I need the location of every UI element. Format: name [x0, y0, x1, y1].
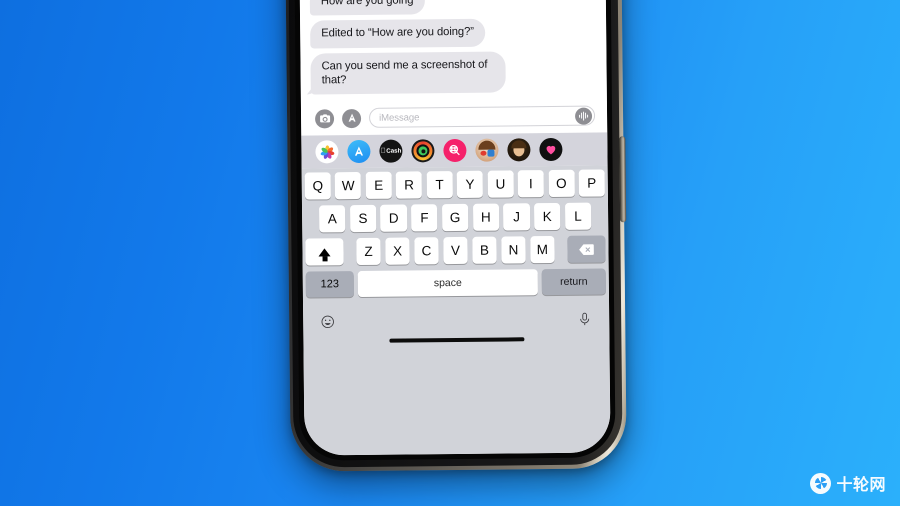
- key-e[interactable]: E: [365, 171, 392, 200]
- apple-cash-app-icon[interactable]:  Cash: [379, 139, 403, 163]
- row3-spacer-left: [348, 238, 352, 265]
- keyboard-row-3: Z X C V B N M: [305, 235, 606, 266]
- key-h[interactable]: H: [472, 203, 500, 231]
- imessage-input[interactable]: iMessage: [368, 105, 596, 128]
- keyboard-row-2: A S D F G H J K L: [305, 202, 605, 233]
- photos-app-icon[interactable]: [315, 140, 339, 164]
- app-store-icon[interactable]: [341, 108, 362, 128]
- app-store-app-icon[interactable]: [347, 139, 371, 164]
- memoji-avatar-icon[interactable]: [507, 138, 531, 162]
- message-row-incoming: How are you going: [309, 0, 596, 16]
- keyboard-row-4: 123 space return: [305, 268, 606, 298]
- message-bubble-edit-notice[interactable]: Edited to “How are you doing?”: [310, 19, 486, 49]
- space-key[interactable]: space: [358, 269, 538, 298]
- row3-spacer-right: [559, 236, 563, 263]
- key-q[interactable]: Q: [304, 172, 331, 200]
- home-indicator[interactable]: [388, 337, 524, 343]
- watermark-logo-icon: [810, 472, 832, 494]
- key-d[interactable]: D: [380, 204, 408, 232]
- keyboard-bottom-bar: [306, 301, 606, 338]
- watermark: 十轮网: [810, 471, 886, 495]
- key-u[interactable]: U: [487, 170, 514, 198]
- imessage-placeholder: iMessage: [379, 111, 420, 124]
- camera-icon[interactable]: [314, 108, 335, 129]
- key-w[interactable]: W: [335, 172, 362, 200]
- key-l[interactable]: L: [564, 202, 592, 230]
- watermark-text: 十轮网: [836, 475, 886, 494]
- return-key[interactable]: return: [541, 268, 606, 296]
- message-row-incoming: Edited to “How are you doing?”: [310, 18, 596, 49]
- key-s[interactable]: S: [349, 204, 377, 233]
- message-thread: What's up Delivered How are you going Ed…: [299, 0, 607, 104]
- digital-touch-heart-icon[interactable]: [539, 137, 563, 162]
- key-y[interactable]: Y: [456, 170, 484, 199]
- key-c[interactable]: C: [414, 237, 439, 265]
- shift-arrow-icon: [318, 247, 331, 257]
- apple-cash-label: Cash: [383, 147, 401, 155]
- music-app-icon[interactable]: [411, 139, 435, 163]
- iphone-device: What's up Delivered How are you going Ed…: [285, 0, 627, 472]
- onscreen-keyboard: Q W E R T Y U I O P A S D F G H J K L Z …: [301, 165, 611, 456]
- images-search-app-icon[interactable]: [443, 138, 467, 163]
- key-z[interactable]: Z: [356, 237, 381, 266]
- key-o[interactable]: O: [548, 169, 575, 198]
- key-x[interactable]: X: [385, 237, 410, 265]
- delete-icon: [579, 243, 594, 255]
- key-p[interactable]: P: [578, 169, 605, 197]
- key-i[interactable]: I: [517, 170, 545, 198]
- audio-waveform-icon[interactable]: [574, 107, 593, 125]
- phone-screen: What's up Delivered How are you going Ed…: [299, 0, 611, 456]
- message-bubble-incoming[interactable]: How are you going: [309, 0, 425, 16]
- key-f[interactable]: F: [411, 204, 438, 232]
- key-b[interactable]: B: [472, 236, 497, 264]
- key-k[interactable]: K: [533, 203, 561, 231]
- power-button[interactable]: [619, 136, 627, 223]
- key-n[interactable]: N: [500, 236, 526, 264]
- numbers-key[interactable]: 123: [305, 271, 354, 298]
- key-r[interactable]: R: [395, 171, 423, 199]
- message-input-bar: iMessage: [300, 100, 608, 136]
- microphone-icon[interactable]: [577, 312, 592, 327]
- delete-key[interactable]: [567, 235, 606, 263]
- keyboard-row-1: Q W E R T Y U I O P: [304, 169, 605, 200]
- memoji-sticker-icon[interactable]: [475, 138, 499, 162]
- emoji-icon[interactable]: [320, 314, 335, 329]
- message-bubble-incoming[interactable]: Can you send me a screenshot of that?: [310, 51, 506, 95]
- message-row-incoming: Can you send me a screenshot of that?: [310, 50, 596, 95]
- key-v[interactable]: V: [443, 236, 468, 265]
- key-t[interactable]: T: [426, 171, 453, 199]
- shift-key[interactable]: [305, 238, 344, 266]
- key-m[interactable]: M: [529, 236, 555, 264]
- key-j[interactable]: J: [503, 203, 530, 231]
- key-a[interactable]: A: [319, 205, 346, 233]
- imessage-app-drawer:  Cash: [301, 132, 608, 169]
- key-g[interactable]: G: [441, 203, 469, 232]
